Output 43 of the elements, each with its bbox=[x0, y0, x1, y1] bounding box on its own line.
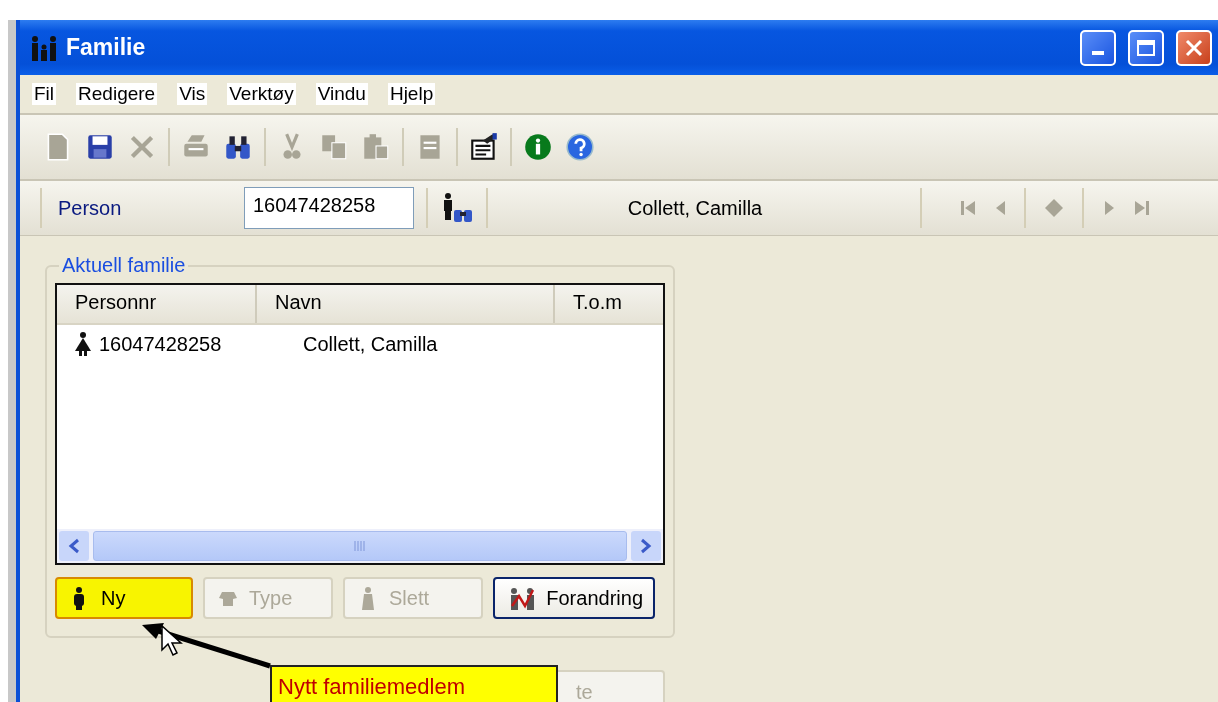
mouse-cursor-icon bbox=[160, 624, 186, 658]
close-icon bbox=[1184, 37, 1204, 58]
person-number-field[interactable]: 16047428258 bbox=[244, 187, 414, 229]
minimize-button[interactable] bbox=[1080, 29, 1116, 66]
menu-item[interactable]: Hjelp bbox=[387, 83, 436, 105]
previous-record-icon[interactable] bbox=[994, 199, 1006, 217]
column-header[interactable]: T.o.m bbox=[555, 285, 663, 323]
close-button[interactable] bbox=[1176, 29, 1212, 66]
first-record-icon[interactable] bbox=[960, 199, 976, 217]
menu-item[interactable]: Redigere bbox=[76, 83, 158, 105]
grip-icon bbox=[353, 540, 367, 552]
callout-note: Nytt familiemedlem bbox=[270, 665, 558, 702]
maximize-button[interactable] bbox=[1128, 29, 1164, 66]
name-cell-text: Collett, Camilla bbox=[303, 332, 439, 356]
info-icon[interactable] bbox=[522, 131, 554, 163]
help-icon[interactable] bbox=[564, 131, 596, 163]
person-name: Collett, Camilla bbox=[626, 196, 764, 220]
column-header[interactable]: Navn bbox=[257, 285, 555, 323]
window-title: Familie bbox=[66, 34, 147, 61]
menu-item[interactable]: Verktøy bbox=[227, 83, 296, 105]
column-header[interactable]: Personnr bbox=[57, 285, 257, 323]
family-icon bbox=[509, 586, 535, 610]
family-icon bbox=[30, 34, 58, 61]
menu-item[interactable]: Fil bbox=[32, 83, 57, 105]
family-member-button[interactable]: Ny bbox=[55, 577, 193, 619]
current-record-icon[interactable] bbox=[1044, 198, 1064, 218]
properties-icon[interactable] bbox=[468, 131, 500, 163]
menu-item[interactable]: Vis bbox=[177, 83, 208, 105]
last-record-icon[interactable] bbox=[1134, 199, 1150, 217]
maximize-icon bbox=[1136, 38, 1156, 57]
shirt-icon bbox=[219, 590, 237, 606]
family-member-button[interactable]: Forandring bbox=[493, 577, 655, 619]
female-person-icon bbox=[73, 332, 93, 356]
group-title: Aktuell familie bbox=[61, 254, 187, 277]
scroll-right-icon bbox=[640, 538, 652, 554]
person-number-cell: 16047428258 bbox=[73, 332, 303, 356]
horizontal-scrollbar[interactable] bbox=[57, 529, 663, 563]
person-label: Person bbox=[58, 196, 123, 220]
next-record-icon[interactable] bbox=[1104, 199, 1116, 217]
scroll-left-icon bbox=[68, 538, 80, 554]
menu-item[interactable]: Vindu bbox=[315, 83, 368, 105]
person-icon bbox=[359, 586, 377, 610]
minimize-icon bbox=[1092, 50, 1104, 55]
